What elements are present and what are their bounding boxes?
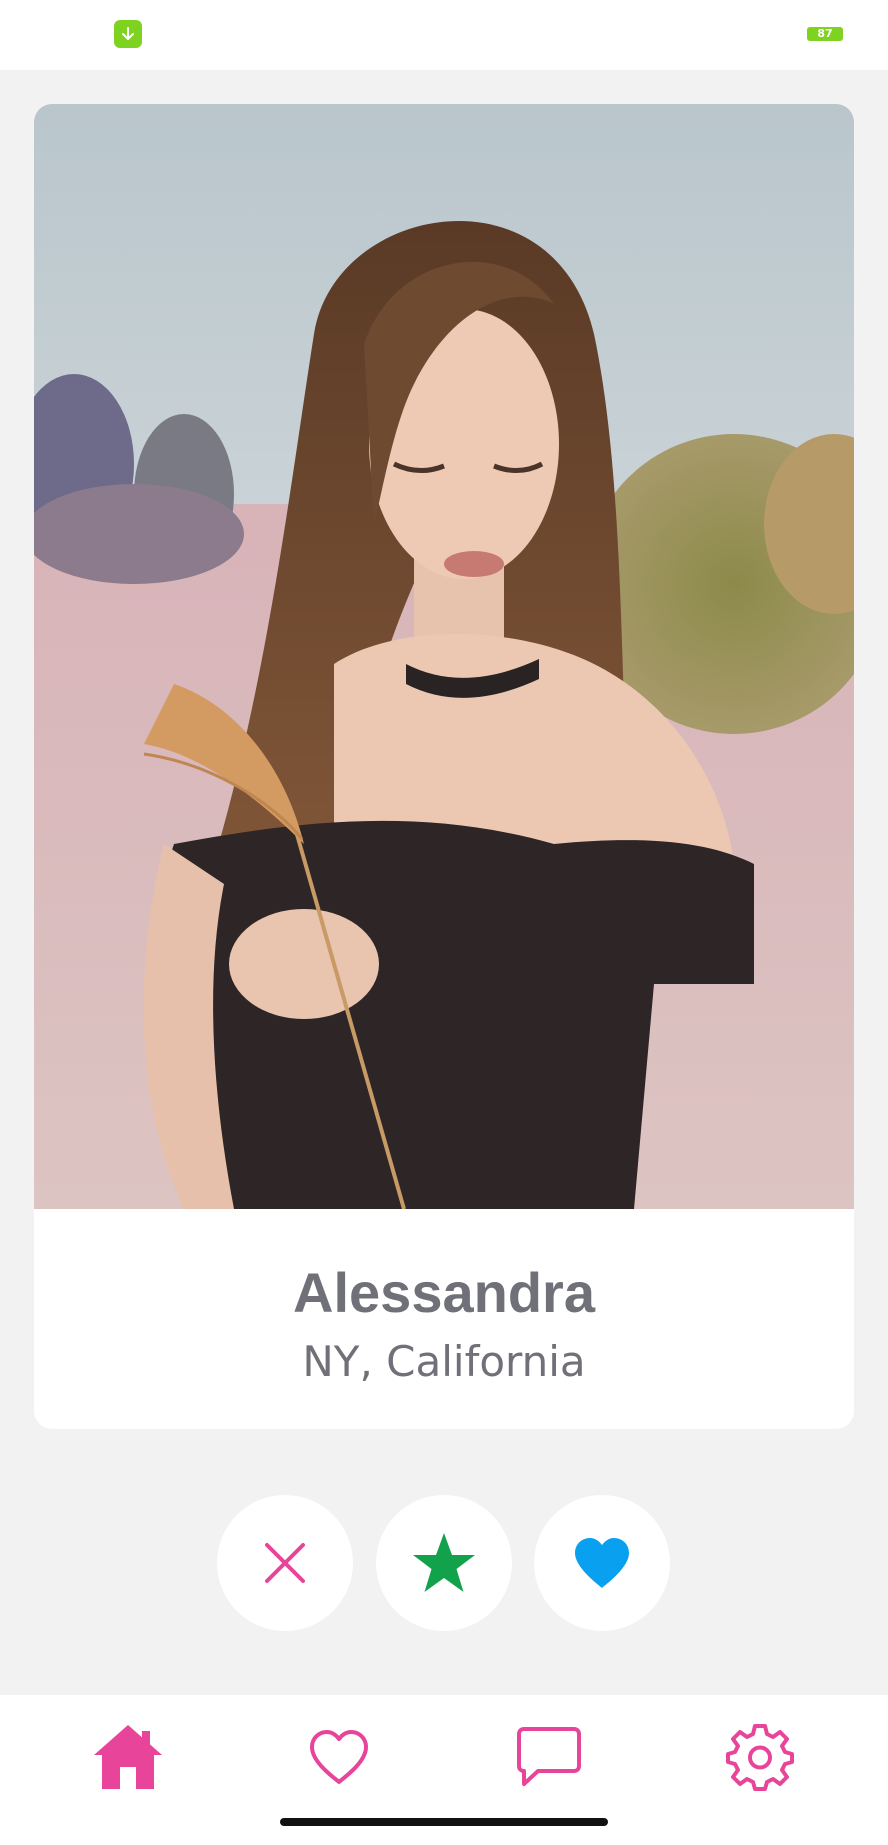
star-icon bbox=[413, 1533, 475, 1592]
battery-indicator: 87 bbox=[807, 27, 843, 41]
gear-icon bbox=[726, 1724, 794, 1791]
profile-location: NY, California bbox=[302, 1337, 586, 1386]
home-indicator bbox=[280, 1818, 608, 1826]
nav-home[interactable] bbox=[88, 1717, 168, 1797]
super-like-button[interactable] bbox=[376, 1495, 512, 1631]
nav-likes[interactable] bbox=[299, 1717, 379, 1797]
heart-filled-icon bbox=[575, 1538, 629, 1588]
nav-messages[interactable] bbox=[509, 1717, 589, 1797]
nav-settings[interactable] bbox=[720, 1717, 800, 1797]
like-button[interactable] bbox=[534, 1495, 670, 1631]
bottom-navigation bbox=[0, 1695, 888, 1845]
profile-info: Alessandra NY, California bbox=[34, 1209, 854, 1429]
status-bar: 87 bbox=[0, 0, 888, 70]
close-icon bbox=[265, 1543, 305, 1583]
heart-outline-icon bbox=[310, 1730, 368, 1784]
download-icon bbox=[114, 20, 142, 48]
profile-photo[interactable] bbox=[34, 104, 854, 1209]
dislike-button[interactable] bbox=[217, 1495, 353, 1631]
profile-name: Alessandra bbox=[293, 1261, 595, 1324]
chat-bubble-icon bbox=[517, 1727, 581, 1786]
home-icon bbox=[94, 1725, 162, 1789]
profile-card[interactable]: Alessandra NY, California bbox=[34, 104, 854, 1429]
